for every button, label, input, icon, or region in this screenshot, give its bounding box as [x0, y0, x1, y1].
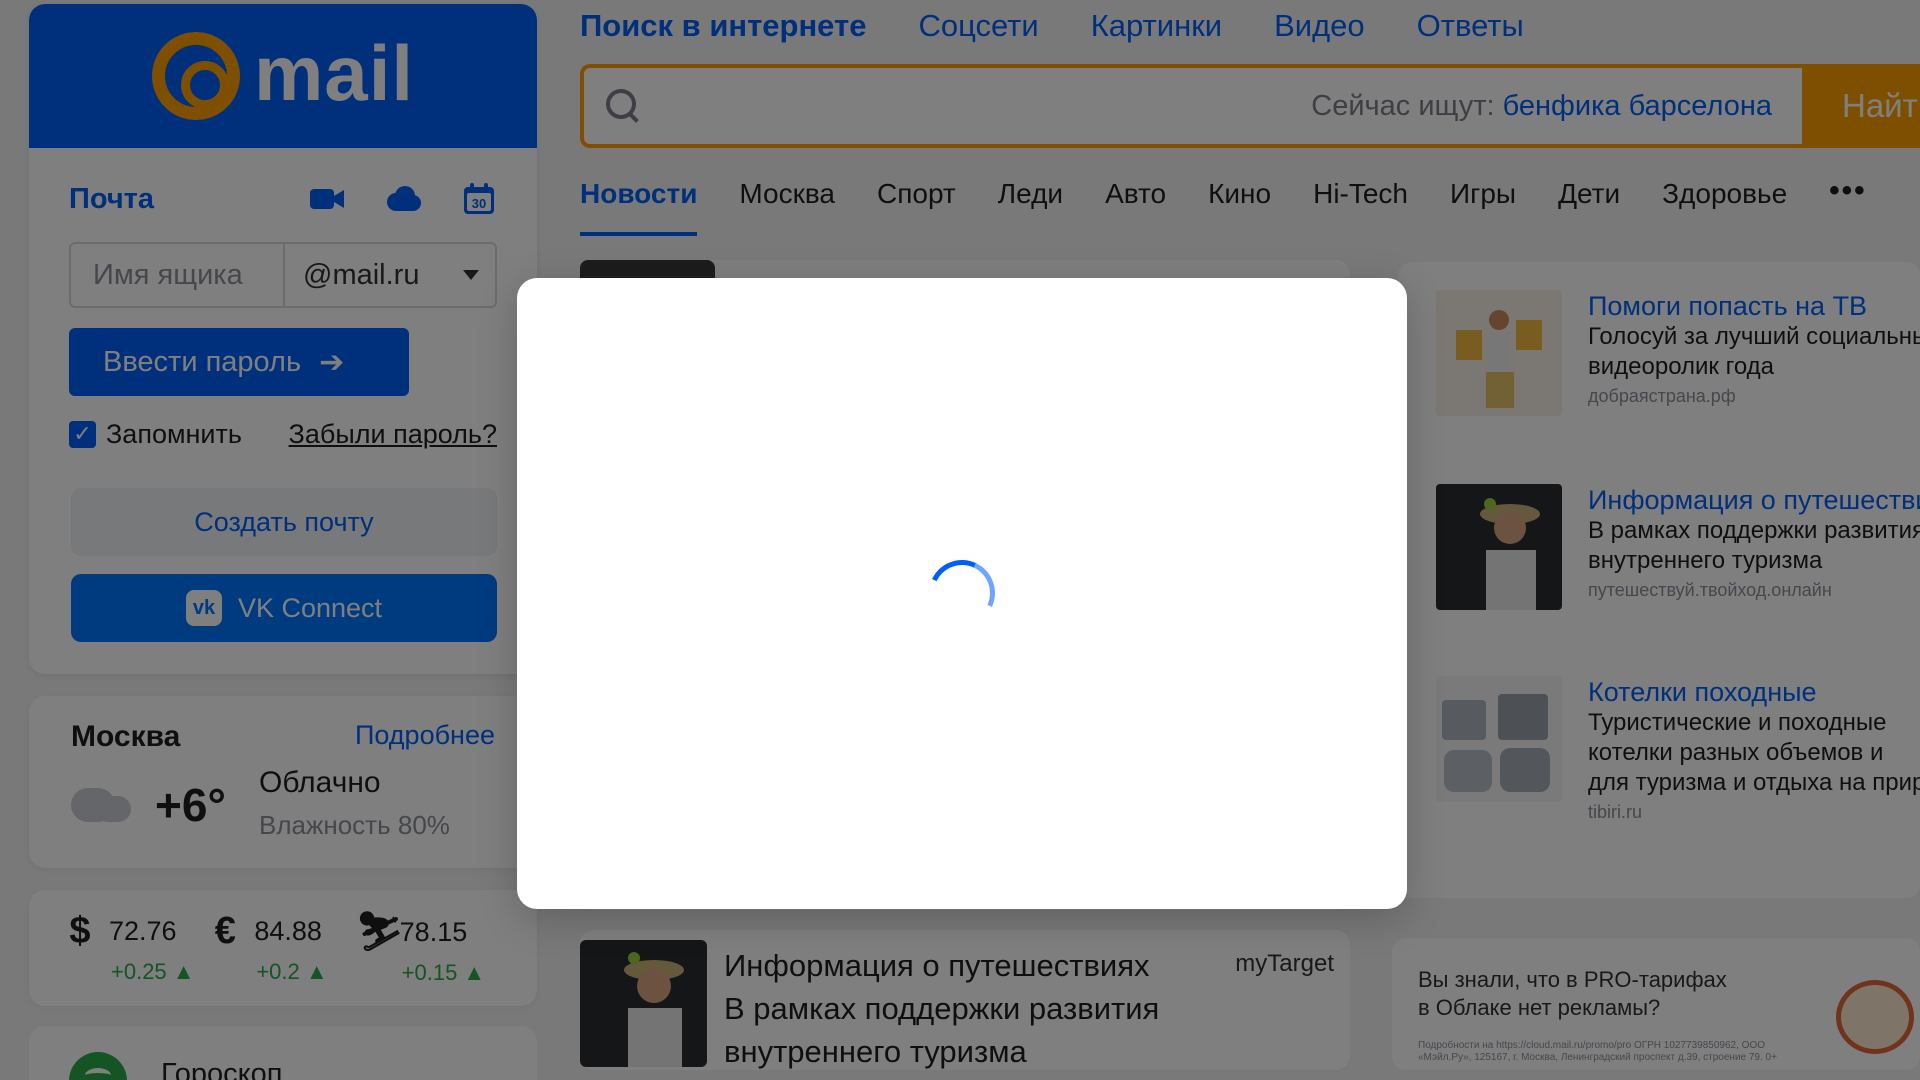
- loading-spinner-icon: [919, 550, 1005, 636]
- loading-dialog: [517, 278, 1407, 909]
- modal-overlay[interactable]: [0, 0, 1920, 1080]
